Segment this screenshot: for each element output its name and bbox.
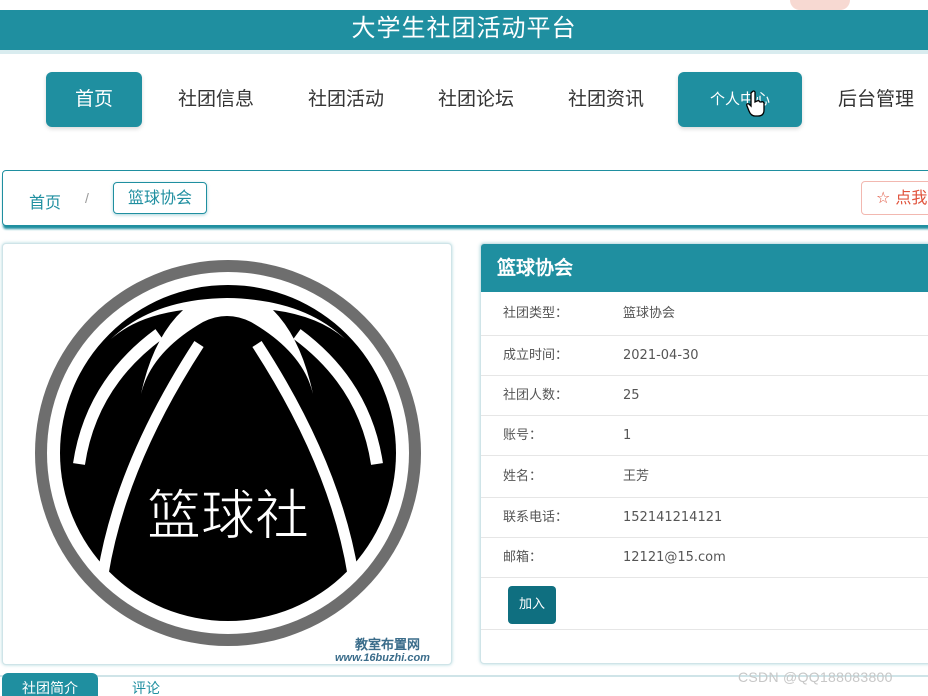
breadcrumb-bar: 首页 / 篮球协会 ☆ 点我收藏	[2, 170, 928, 226]
favorite-button[interactable]: ☆ 点我收藏	[861, 181, 928, 215]
info-row-name: 姓名： 王芳	[481, 456, 928, 498]
site-title: 大学生社团活动平台	[351, 14, 577, 42]
tab-comments[interactable]: 评论	[112, 673, 180, 696]
info-label: 联系电话：	[503, 510, 569, 525]
top-decoration	[790, 0, 850, 10]
breadcrumb-home-link[interactable]: 首页	[29, 189, 61, 213]
nav-club-info[interactable]: 社团信息	[166, 72, 266, 127]
info-value: 王芳	[623, 469, 650, 484]
nav-personal-center[interactable]: 个人中心	[678, 72, 802, 127]
main-nav: 首页 社团信息 社团活动 社团论坛 社团资讯 个人中心 后台管理	[0, 72, 928, 128]
info-value: 25	[623, 388, 640, 403]
hand-pointer-cursor-icon	[746, 90, 765, 117]
join-button[interactable]: 加入	[508, 586, 556, 624]
nav-club-news[interactable]: 社团资讯	[556, 72, 656, 127]
info-value: 2021-04-30	[623, 348, 699, 363]
info-label: 社团人数：	[503, 388, 569, 403]
info-label: 社团类型：	[503, 306, 569, 321]
nav-admin[interactable]: 后台管理	[826, 72, 926, 127]
site-title-bar: 大学生社团活动平台	[0, 10, 928, 50]
club-info-title: 篮球协会	[481, 244, 928, 292]
info-label: 账号：	[503, 428, 543, 443]
nav-club-activities[interactable]: 社团活动	[296, 72, 396, 127]
info-row-members: 社团人数： 25	[481, 376, 928, 416]
nav-club-forum[interactable]: 社团论坛	[426, 72, 526, 127]
info-row-type: 社团类型： 篮球协会	[481, 292, 928, 336]
image-watermark-url: www.16buzhi.com	[335, 652, 430, 664]
breadcrumb-separator: /	[85, 190, 89, 206]
info-row-email: 邮箱： 12121@15.com	[481, 538, 928, 578]
info-label: 姓名：	[503, 469, 543, 484]
club-logo-text: 篮球社	[147, 484, 309, 547]
csdn-watermark: CSDN @QQ188083800	[738, 669, 893, 685]
info-label: 成立时间：	[503, 348, 569, 363]
info-value: 1	[623, 428, 632, 443]
title-bar-shadow	[0, 50, 928, 54]
info-value: 152141214121	[623, 510, 723, 525]
info-row-phone: 联系电话： 152141214121	[481, 498, 928, 538]
club-image-card: 篮球社 教室布置网 www.16buzhi.com	[2, 243, 452, 665]
info-value: 12121@15.com	[623, 550, 726, 565]
info-value: 篮球协会	[623, 306, 676, 321]
basketball-club-logo: 篮球社	[35, 260, 421, 646]
breadcrumb-current: 篮球协会	[113, 182, 208, 214]
nav-home[interactable]: 首页	[46, 72, 142, 127]
info-row-founded: 成立时间： 2021-04-30	[481, 336, 928, 376]
info-row-account: 账号： 1	[481, 416, 928, 456]
info-label: 邮箱：	[503, 550, 543, 565]
tab-club-intro[interactable]: 社团简介	[2, 673, 98, 696]
image-watermark-name: 教室布置网	[355, 638, 421, 653]
club-info-card: 篮球协会 社团类型： 篮球协会 成立时间： 2021-04-30 社团人数： 2…	[480, 243, 928, 664]
